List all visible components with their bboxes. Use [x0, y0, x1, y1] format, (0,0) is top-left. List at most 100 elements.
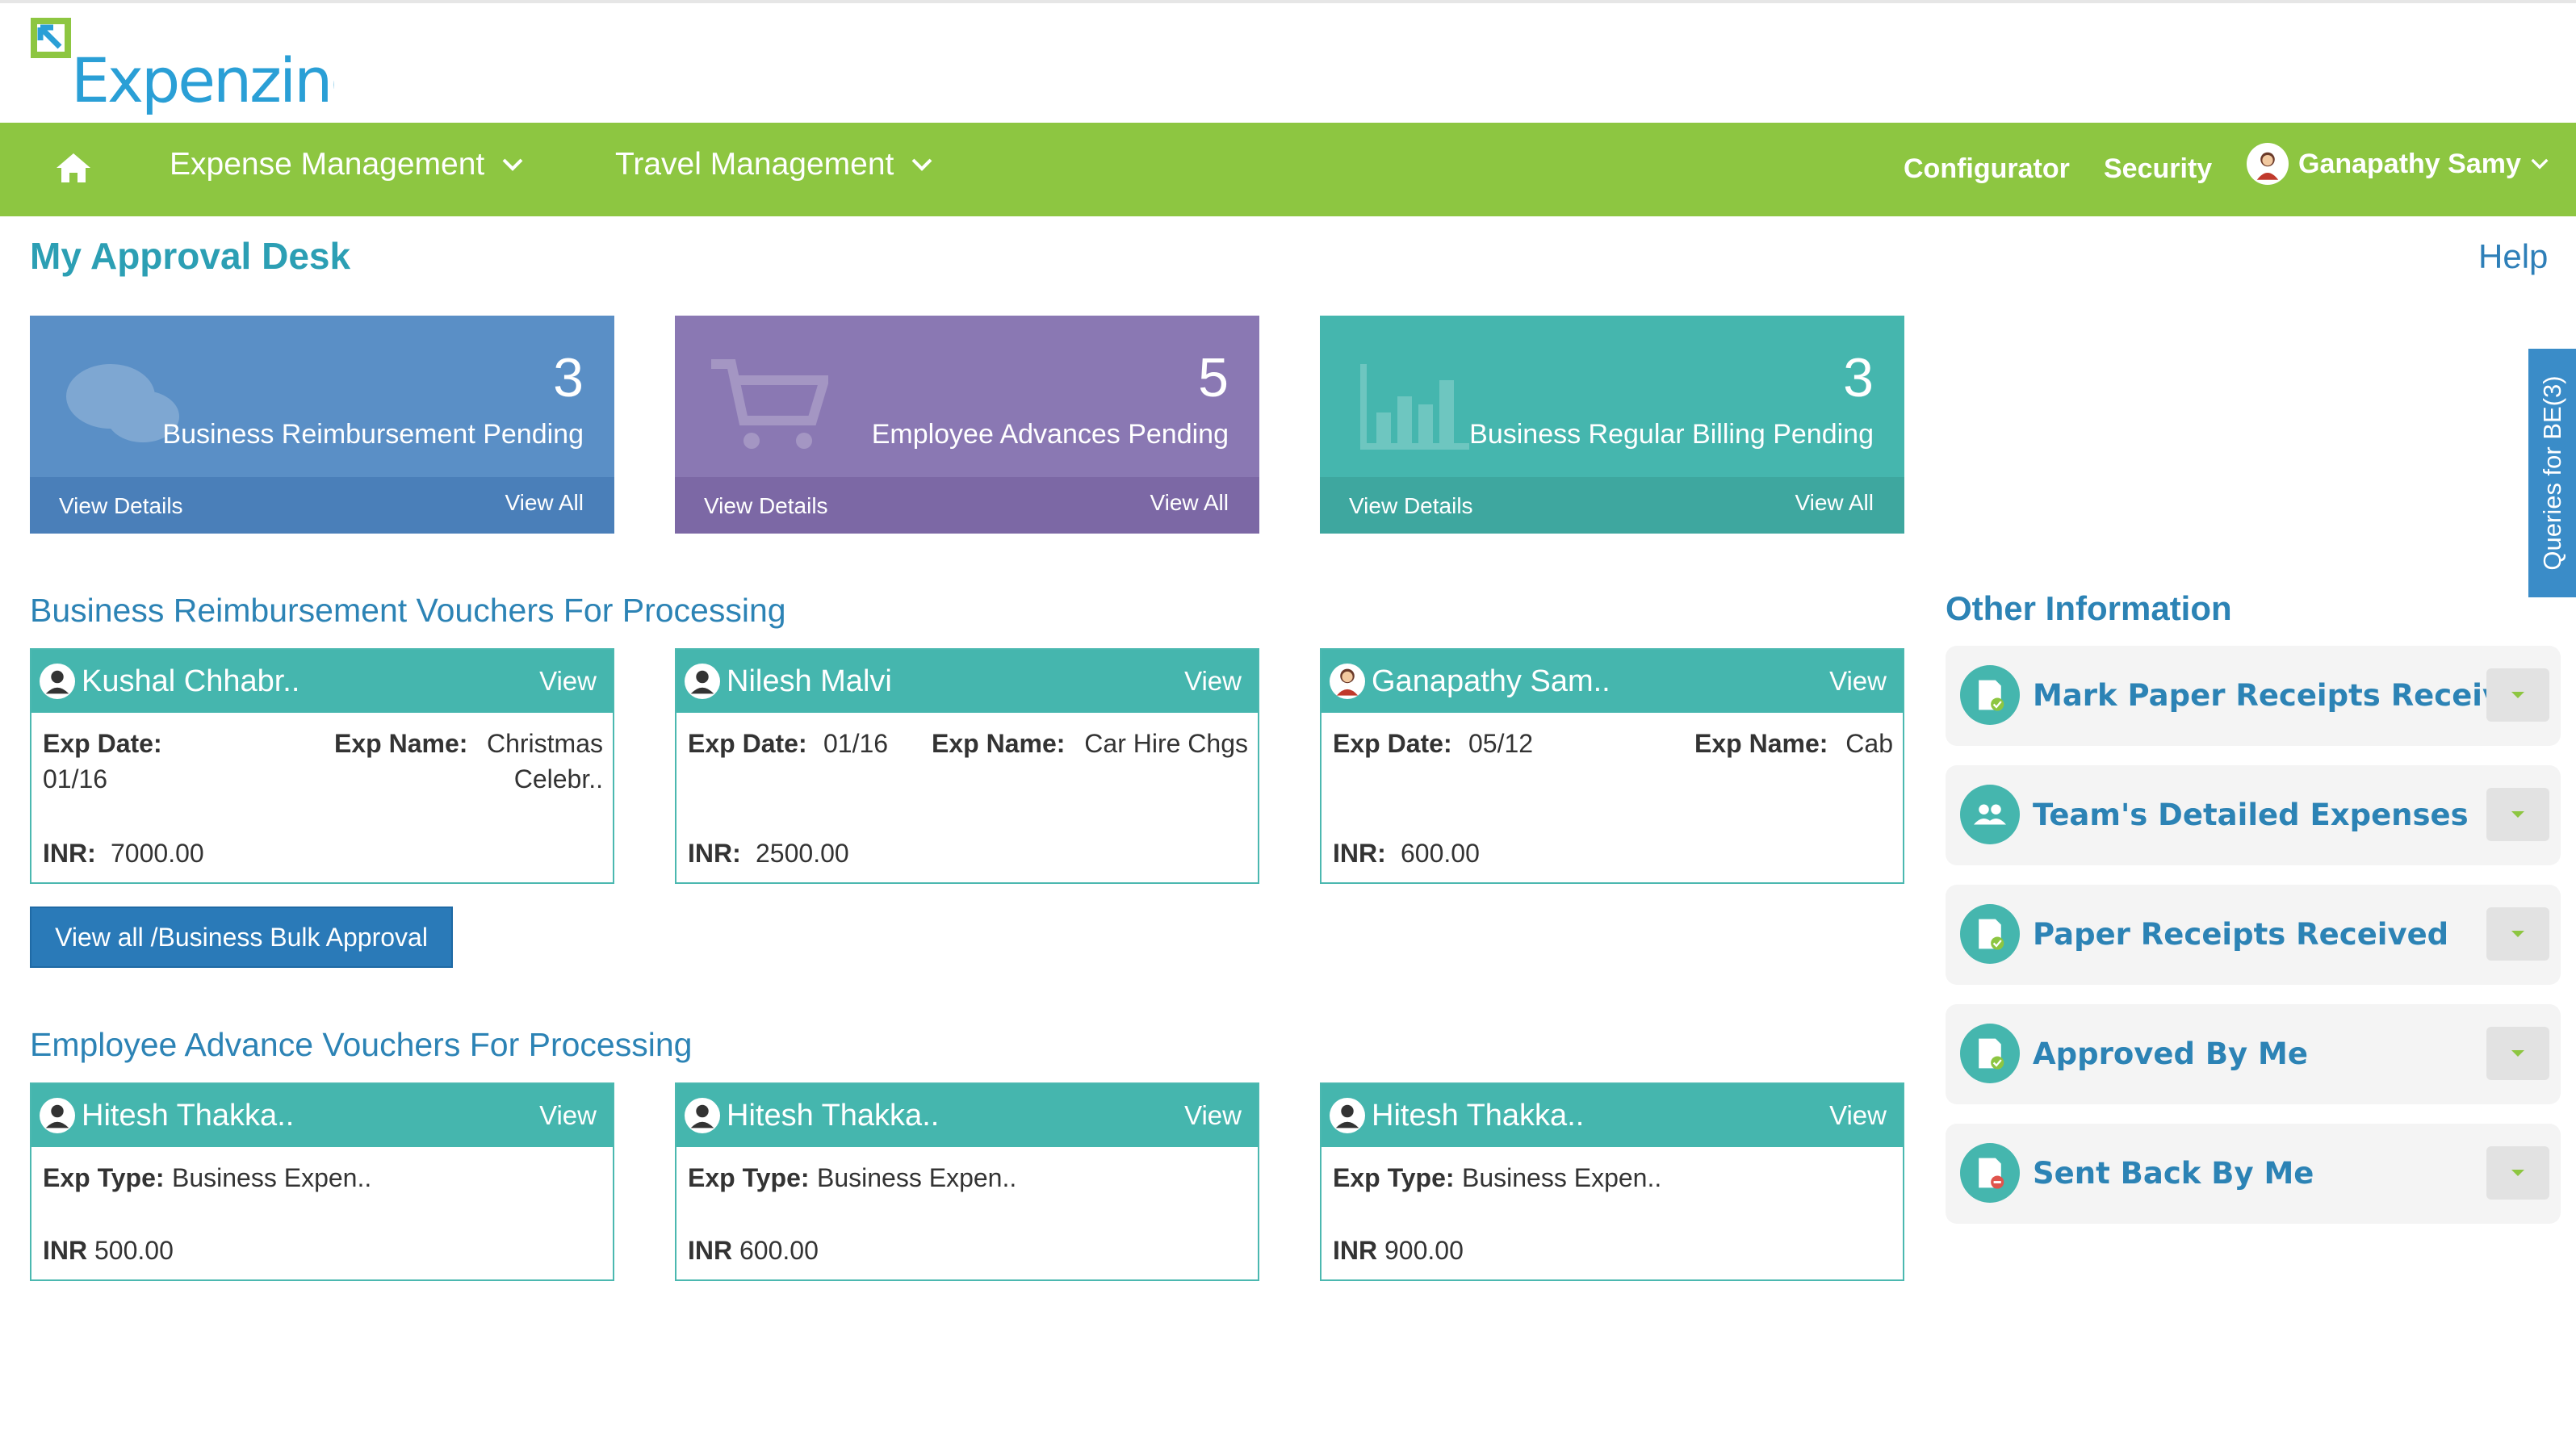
chevron-down-icon[interactable]: [2486, 1146, 2549, 1200]
exp-type-value: Business Expen..: [1462, 1163, 1662, 1192]
exp-name-value: Christmas: [486, 729, 603, 758]
tile-business-reimbursement[interactable]: 3 Business Reimbursement Pending View De…: [30, 316, 614, 534]
inr-value: 500.00: [94, 1236, 174, 1265]
home-icon[interactable]: [55, 152, 92, 184]
tile-count: 3: [553, 347, 584, 408]
card-header: Hitesh Thakka.. View: [1322, 1084, 1903, 1147]
view-details-link[interactable]: View Details: [59, 493, 183, 519]
top-border: [0, 0, 2576, 3]
inr-value: 900.00: [1384, 1236, 1464, 1265]
exp-name-label: Exp Name:: [1694, 729, 1828, 758]
nav-travel-management[interactable]: Travel Management: [615, 147, 932, 182]
queries-tab-label: Queries for BE(3): [2537, 375, 2566, 571]
section-title-advances: Employee Advance Vouchers For Processing: [30, 1026, 693, 1063]
expenzing-logo[interactable]: Expenzing: [27, 15, 370, 119]
view-link[interactable]: View: [1184, 666, 1242, 697]
card-person: Hitesh Thakka..: [1330, 1098, 1584, 1133]
logo-graphic: Expenzing: [31, 18, 370, 116]
exp-date-value: 01/16: [43, 764, 108, 793]
section-title-reimbursement: Business Reimbursement Vouchers For Proc…: [30, 592, 786, 629]
card-header: Ganapathy Sam.. View: [1322, 650, 1903, 713]
view-link[interactable]: View: [1184, 1100, 1242, 1131]
info-item-team-detailed-expenses[interactable]: Team's Detailed Expenses: [1946, 765, 2561, 865]
chevron-down-icon[interactable]: [2486, 907, 2549, 961]
exp-type-value: Business Expen..: [172, 1163, 372, 1192]
reimbursement-card: Kushal Chhabr.. View Exp Date: 01/16 Exp…: [30, 648, 614, 884]
user-icon: [1330, 1098, 1365, 1133]
card-header: Hitesh Thakka.. View: [31, 1084, 613, 1147]
info-item-label: Sent Back By Me: [2033, 1156, 2314, 1191]
user-icon: [40, 1098, 75, 1133]
exp-date-value: 05/12: [1468, 729, 1534, 758]
info-item-mark-paper-receipts[interactable]: Mark Paper Receipts Received: [1946, 646, 2561, 746]
nav-security[interactable]: Security: [2104, 153, 2212, 185]
card-header: Kushal Chhabr.. View: [31, 650, 613, 713]
chevron-down-icon[interactable]: [2486, 788, 2549, 841]
user-name: Ganapathy Samy: [2298, 148, 2521, 179]
chevron-down-icon[interactable]: [2486, 1027, 2549, 1080]
advance-card: Hitesh Thakka.. View Exp Type: Business …: [30, 1082, 614, 1281]
tile-business-regular-billing[interactable]: 3 Business Regular Billing Pending View …: [1320, 316, 1904, 534]
card-person: Hitesh Thakka..: [40, 1098, 294, 1133]
tile-employee-advances[interactable]: 5 Employee Advances Pending View Details…: [675, 316, 1259, 534]
card-person-name: Hitesh Thakka..: [82, 1098, 295, 1133]
info-item-label: Paper Receipts Received: [2033, 917, 2449, 952]
inr-value: 600.00: [1401, 839, 1480, 868]
chevron-down-icon: [502, 158, 523, 171]
exp-name-value-cont: Celebr..: [513, 764, 603, 793]
info-item-label: Mark Paper Receipts Received: [2033, 678, 2544, 713]
tile-count: 3: [1843, 347, 1874, 408]
chevron-down-icon: [911, 158, 932, 171]
exp-name-label: Exp Name:: [334, 729, 468, 758]
view-all-link[interactable]: View All: [1150, 490, 1229, 516]
exp-date-label: Exp Date:: [1333, 729, 1452, 758]
nav-configurator[interactable]: Configurator: [1904, 153, 2070, 185]
tile-count: 5: [1198, 347, 1229, 408]
info-item-approved-by-me[interactable]: Approved By Me: [1946, 1004, 2561, 1104]
tile-footer: View Details View All: [1320, 477, 1904, 534]
inr-value: 7000.00: [111, 839, 204, 868]
bar-chart-icon: [1360, 364, 1469, 450]
chevron-down-icon[interactable]: [2486, 668, 2549, 722]
view-link[interactable]: View: [1829, 666, 1887, 697]
tile-label: Business Reimbursement Pending: [162, 419, 584, 450]
view-link[interactable]: View: [1829, 1100, 1887, 1131]
reimbursement-card: Ganapathy Sam.. View Exp Date: 05/12 Exp…: [1320, 648, 1904, 884]
exp-name-label: Exp Name:: [932, 729, 1066, 758]
info-item-paper-receipts-received[interactable]: Paper Receipts Received: [1946, 885, 2561, 985]
user-avatar: [1330, 664, 1365, 699]
view-all-link[interactable]: View All: [505, 490, 584, 516]
tile-footer: View Details View All: [675, 477, 1259, 534]
view-details-link[interactable]: View Details: [704, 493, 828, 519]
info-item-label: Approved By Me: [2033, 1036, 2308, 1071]
user-icon: [40, 664, 75, 699]
bulk-approval-button[interactable]: View all /Business Bulk Approval: [30, 907, 453, 968]
view-link[interactable]: View: [539, 666, 597, 697]
queries-side-tab[interactable]: Queries for BE(3): [2528, 349, 2576, 597]
card-person-name: Hitesh Thakka..: [727, 1098, 940, 1133]
exp-type-label: Exp Type:: [688, 1163, 810, 1192]
inr-label: INR:: [1333, 839, 1386, 868]
view-details-link[interactable]: View Details: [1349, 493, 1473, 519]
page-title: My Approval Desk: [30, 235, 351, 277]
inr-value: 2500.00: [756, 839, 849, 868]
receipt-check-icon: [1960, 665, 2020, 725]
advance-card: Hitesh Thakka.. View Exp Type: Business …: [1320, 1082, 1904, 1281]
receipt-return-icon: [1960, 1143, 2020, 1203]
user-menu[interactable]: Ganapathy Samy: [2247, 143, 2549, 185]
nav-expense-management[interactable]: Expense Management: [170, 147, 523, 182]
info-item-sent-back-by-me[interactable]: Sent Back By Me: [1946, 1124, 2561, 1224]
help-link[interactable]: Help: [2478, 237, 2548, 276]
team-icon: [1960, 785, 2020, 844]
nav-expense-management-label: Expense Management: [170, 147, 485, 182]
inr-label: INR:: [688, 839, 741, 868]
card-header: Nilesh Malvi View: [676, 650, 1258, 713]
view-all-link[interactable]: View All: [1795, 490, 1874, 516]
exp-date-label: Exp Date:: [43, 729, 162, 758]
exp-date-label: Exp Date:: [688, 729, 807, 758]
view-link[interactable]: View: [539, 1100, 597, 1131]
card-person-name: Nilesh Malvi: [727, 664, 892, 698]
exp-type-label: Exp Type:: [1333, 1163, 1455, 1192]
card-person: Kushal Chhabr..: [40, 664, 299, 699]
advance-card: Hitesh Thakka.. View Exp Type: Business …: [675, 1082, 1259, 1281]
